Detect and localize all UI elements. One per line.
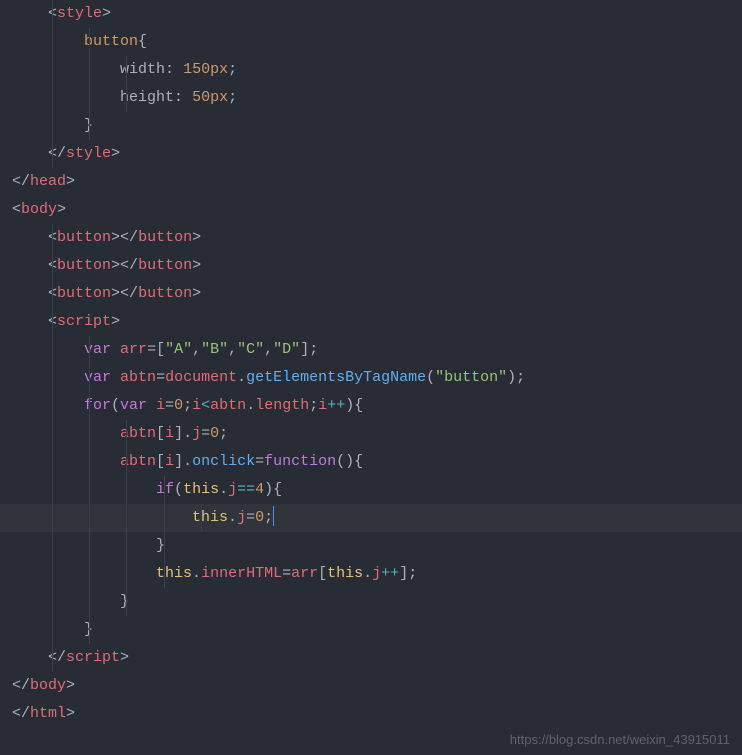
code-line[interactable]: button{ [0, 28, 742, 56]
code-line[interactable]: </style> [0, 140, 742, 168]
code-line[interactable]: </script> [0, 644, 742, 672]
cursor [273, 506, 274, 526]
code-line[interactable]: <body> [0, 196, 742, 224]
code-line[interactable]: </head> [0, 168, 742, 196]
code-line[interactable]: </html> [0, 700, 742, 728]
code-line[interactable]: <style> [0, 0, 742, 28]
code-line[interactable]: this.innerHTML=arr[this.j++]; [0, 560, 742, 588]
code-line[interactable]: <button></button> [0, 280, 742, 308]
watermark-text: https://blog.csdn.net/weixin_43915011 [510, 732, 730, 747]
code-line[interactable]: var arr=["A","B","C","D"]; [0, 336, 742, 364]
code-line[interactable]: var abtn=document.getElementsByTagName("… [0, 364, 742, 392]
code-line[interactable]: } [0, 616, 742, 644]
code-line[interactable]: abtn[i].j=0; [0, 420, 742, 448]
code-line[interactable]: } [0, 532, 742, 560]
code-line[interactable]: <button></button> [0, 252, 742, 280]
code-line[interactable]: } [0, 588, 742, 616]
code-line[interactable]: this.j=0; [0, 504, 742, 532]
code-line[interactable]: for(var i=0;i<abtn.length;i++){ [0, 392, 742, 420]
code-line[interactable]: } [0, 112, 742, 140]
code-line[interactable]: if(this.j==4){ [0, 476, 742, 504]
code-editor[interactable]: <style> button{ width: 150px; height: 50… [0, 0, 742, 728]
code-line[interactable]: <button></button> [0, 224, 742, 252]
code-line[interactable]: width: 150px; [0, 56, 742, 84]
code-line[interactable]: abtn[i].onclick=function(){ [0, 448, 742, 476]
code-line[interactable]: <script> [0, 308, 742, 336]
code-line[interactable]: height: 50px; [0, 84, 742, 112]
code-line[interactable]: </body> [0, 672, 742, 700]
